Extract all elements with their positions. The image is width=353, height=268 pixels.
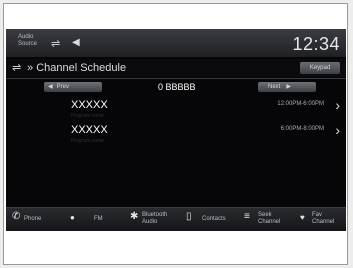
divider [6,78,346,79]
seek-label[interactable]: Seek Channel [258,212,286,226]
program-subtitle: Program name [71,138,105,144]
usb-icon: ⇌ [51,38,61,50]
next-label: Next [268,84,281,90]
clock: 12:34 [292,34,340,54]
fav-icon[interactable]: ♥ [300,213,305,222]
arrow-left-icon: ◀ [48,84,53,90]
chevron-right-icon: › [335,122,340,138]
audio-source-button[interactable]: Audio Source [18,34,44,48]
program-subtitle: Program name [71,113,105,119]
title-bar: ⇌ » Channel Schedule Keypad [6,59,346,77]
program-time: 12:00PM-6:00PM [277,101,324,107]
prev-button[interactable]: ◀ Prev [44,82,102,92]
prev-label: Prev [56,84,69,90]
program-time: 6:00PM-8:00PM [280,126,324,132]
page-title: » Channel Schedule [27,62,127,74]
phone-label[interactable]: Phone [24,216,41,223]
arrow-right-icon: ▶ [286,84,291,90]
menu-icon[interactable]: ≡ [244,211,250,222]
status-bar: Audio Source ⇌ ◀ 12:34 [6,29,346,57]
fm-label[interactable]: FM [94,216,103,223]
channel-label: 0 BBBBB [158,82,196,92]
page-title-text: Channel Schedule [36,62,127,74]
phone-icon[interactable]: ✆ [12,211,20,222]
bluetooth-icon[interactable]: ✱ [130,211,138,222]
chevron-right-icon: › [335,97,340,113]
keypad-button[interactable]: Keypad [300,62,340,74]
fav-label[interactable]: Fav Channel [312,212,340,226]
radio-icon[interactable]: ● [70,213,75,222]
contacts-icon[interactable]: ▯ [186,211,192,222]
speaker-icon: ◀ [72,37,80,48]
program-name: XXXXX [71,124,108,136]
screen: Audio Source ⇌ ◀ 12:34 ⇌ » Channel Sched… [6,29,346,231]
contacts-label[interactable]: Contacts [202,216,226,223]
program-name: XXXXX [71,99,108,111]
bottom-bar: ✆ Phone ● FM ✱ Bluetooth Audio ▯ Contact… [6,207,346,231]
next-button[interactable]: Next ▶ [258,82,316,92]
bluetooth-label[interactable]: Bluetooth Audio [142,212,170,226]
source-icon: ⇌ [12,62,22,74]
schedule-row[interactable]: XXXXX Program name 6:00PM-8:00PM › [6,121,346,145]
schedule-row[interactable]: XXXXX Program name 12:00PM-6:00PM › [6,96,346,120]
